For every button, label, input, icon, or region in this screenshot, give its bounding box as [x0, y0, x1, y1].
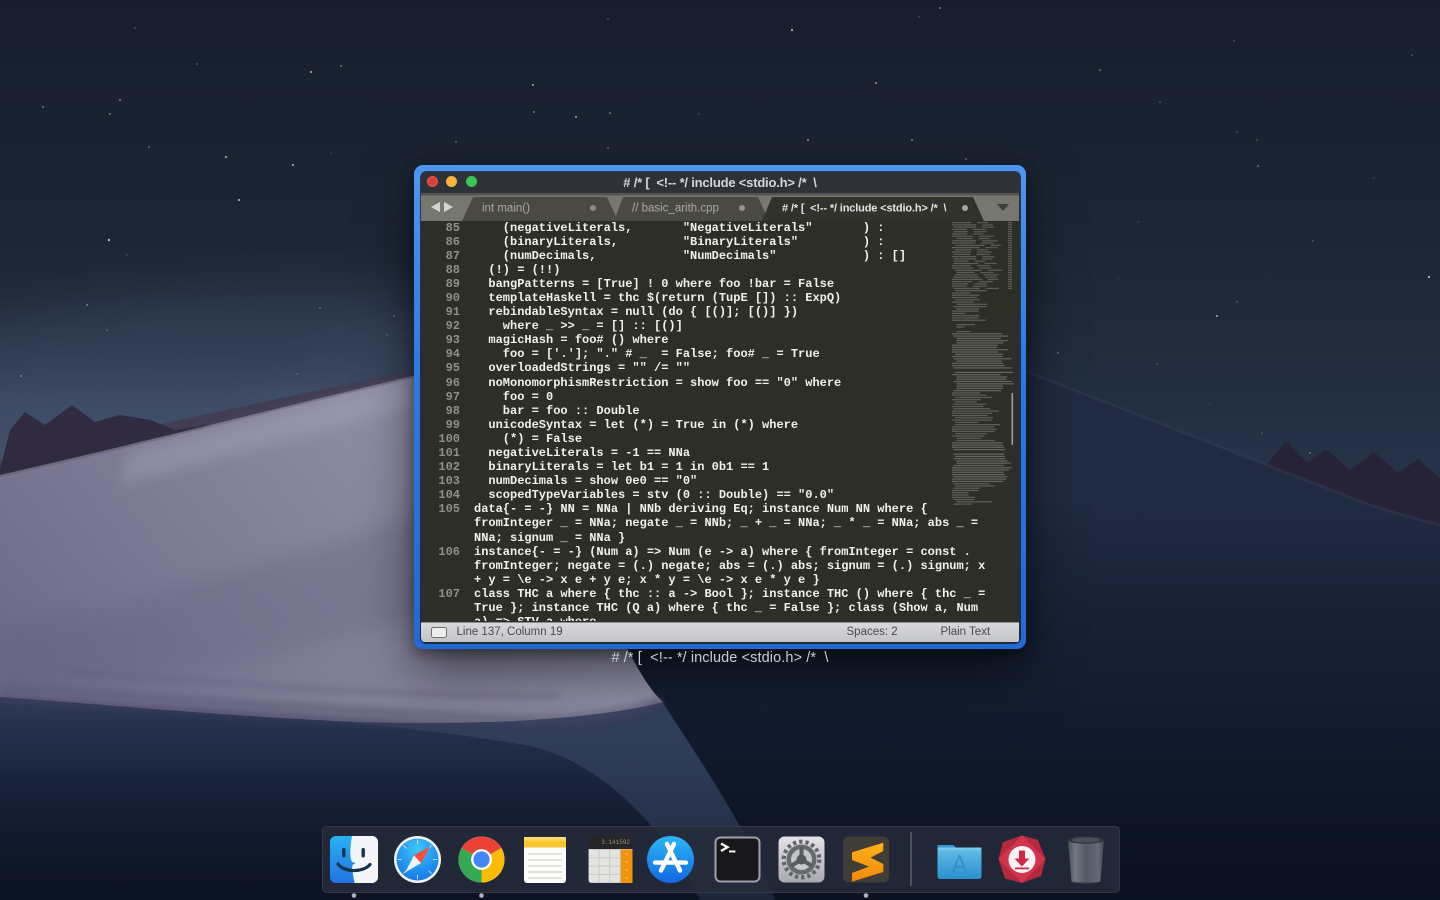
- svg-text:// basic_arith.cpp: // basic_arith.cpp: [632, 202, 719, 214]
- svg-text:3.141592: 3.141592: [601, 839, 630, 846]
- svg-text:# /* [ <!-- */ include <stdio: # /* [ <!-- */ include <stdio.h> /* \: [782, 202, 946, 214]
- svg-text:int main(): int main(): [482, 202, 530, 214]
